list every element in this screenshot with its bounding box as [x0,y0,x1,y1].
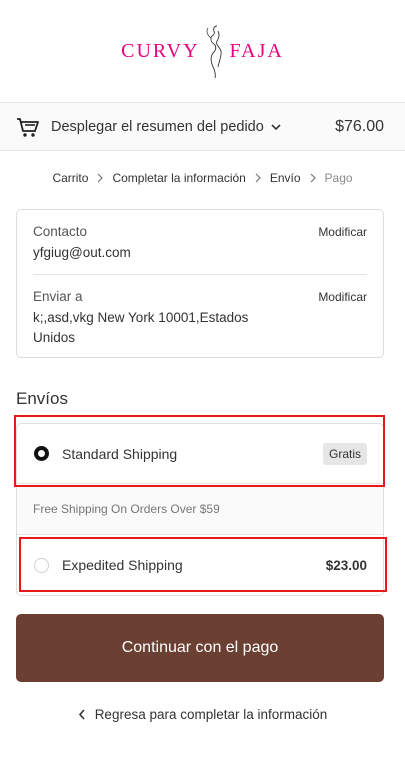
shipping-methods: Standard Shipping Gratis Free Shipping O… [16,423,384,596]
chevron-right-icon [310,173,316,183]
expedited-label: Expedited Shipping [62,557,183,573]
brand-name-part2: FAJA [229,39,284,62]
contact-row: Contacto yfgiug@out.com Modificar [33,223,367,275]
contact-label: Contacto [33,224,88,239]
breadcrumb-cart[interactable]: Carrito [52,171,88,185]
header: CURVY FAJA [0,0,405,102]
breadcrumb: Carrito Completar la información Envío P… [0,171,405,185]
standard-price-badge: Gratis [322,442,367,465]
chevron-right-icon [255,173,261,183]
brand-name-part1: CURVY [121,39,200,62]
summary-label: Desplegar el resumen del pedido [51,118,264,135]
standard-label: Standard Shipping [62,445,178,462]
breadcrumb-payment: Pago [324,171,353,185]
shipping-option-expedited[interactable]: Expedited Shipping $23.00 [17,535,383,595]
back-label: Regresa para completar la información [94,707,328,722]
ship-to-row: Enviar a k;,asd,vkg New York 10001,Estad… [33,288,367,348]
breadcrumb-shipping: Envío [269,171,301,185]
radio-standard[interactable] [34,446,49,461]
chevron-right-icon [98,173,104,183]
chevron-left-icon [78,709,85,720]
shipping-option-standard[interactable]: Standard Shipping Gratis [17,424,383,483]
expedited-price: $23.00 [325,557,367,573]
review-block: Contacto yfgiug@out.com Modificar Enviar… [16,209,384,358]
breadcrumb-info[interactable]: Completar la información [112,171,245,185]
contact-value: yfgiug@out.com [33,245,131,260]
cart-icon [17,117,39,137]
chevron-down-icon [271,123,281,130]
order-summary-toggle[interactable]: Desplegar el resumen del pedido $76.00 [0,102,405,151]
order-total: $76.00 [335,117,384,135]
continue-to-payment-button[interactable]: Continuar con el pago [16,614,384,682]
shipping-title: Envíos [16,389,68,408]
silhouette-icon [206,25,222,79]
modify-contact-link[interactable]: Modificar [318,225,367,239]
ship-to-label: Enviar a [33,289,83,304]
back-to-information-link[interactable]: Regresa para completar la información [0,707,405,722]
radio-expedited[interactable] [34,557,49,573]
free-shipping-note: Free Shipping On Orders Over $59 [17,483,383,535]
ship-to-value: k;,asd,vkg New York 10001,Estados Unidos [33,310,249,345]
brand-logo[interactable]: CURVY FAJA [121,23,284,79]
modify-address-link[interactable]: Modificar [318,290,367,304]
